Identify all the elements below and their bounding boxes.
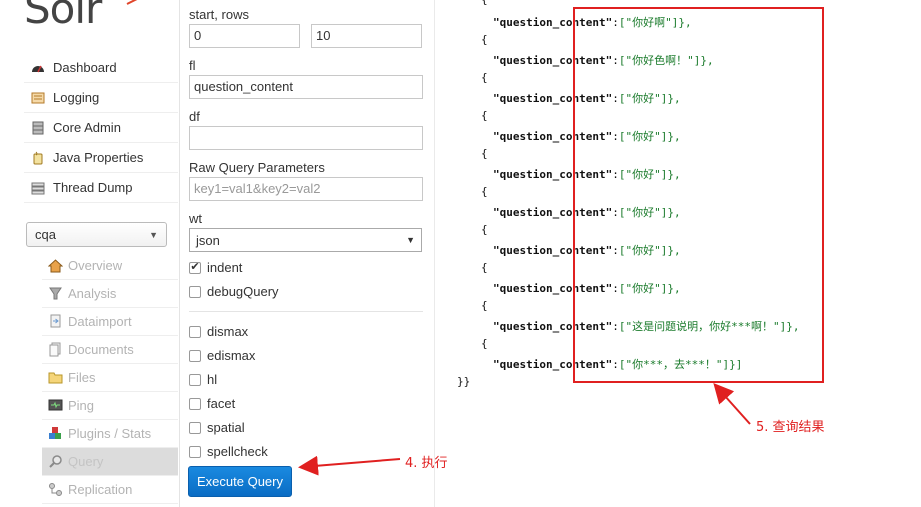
execute-arrow: [298, 455, 401, 476]
result-arrow: [713, 383, 751, 425]
annotation-arrows: [298, 383, 751, 476]
